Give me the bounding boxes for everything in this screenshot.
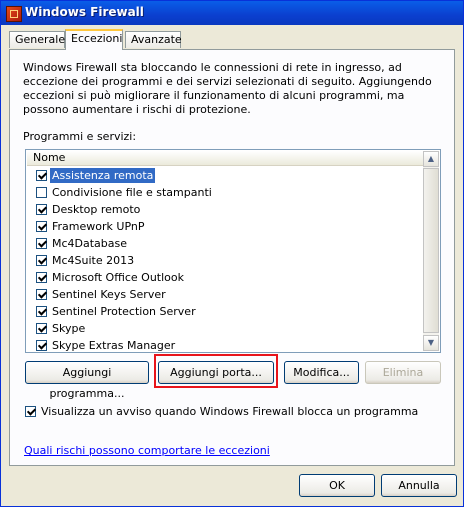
risk-link[interactable]: Quali rischi possono comportare le eccez… bbox=[24, 444, 270, 457]
add-program-button[interactable]: Aggiungi programma... bbox=[25, 361, 149, 400]
tab-avanzate[interactable]: Avanzate bbox=[125, 31, 182, 48]
firewall-icon bbox=[6, 6, 22, 22]
tab-eccezioni[interactable]: Eccezioni bbox=[65, 29, 123, 50]
firewall-dialog: Windows Firewall Generale Eccezioni Avan… bbox=[0, 0, 464, 507]
list-item[interactable]: Sentinel Protection Server bbox=[27, 303, 425, 320]
item-checkbox[interactable] bbox=[36, 272, 47, 283]
item-label: Mc4Database bbox=[52, 237, 128, 250]
item-label: Sentinel Keys Server bbox=[52, 288, 166, 301]
item-checkbox[interactable] bbox=[36, 255, 47, 266]
item-label: Skype Extras Manager bbox=[52, 339, 176, 352]
item-checkbox[interactable] bbox=[36, 238, 47, 249]
scroll-down-icon[interactable]: ▼ bbox=[423, 335, 439, 351]
programs-list[interactable]: Nome Assistenza remota Condivisione file … bbox=[25, 149, 441, 353]
list-rows: Assistenza remota Condivisione file e sta… bbox=[27, 167, 425, 352]
item-label: Condivisione file e stampanti bbox=[52, 186, 212, 199]
column-header-name[interactable]: Nome bbox=[27, 151, 425, 166]
edit-button[interactable]: Modifica... bbox=[284, 361, 359, 384]
list-item[interactable]: Microsoft Office Outlook bbox=[27, 269, 425, 286]
title-bar[interactable]: Windows Firewall bbox=[1, 1, 463, 25]
item-label: Framework UPnP bbox=[52, 220, 145, 233]
item-checkbox[interactable] bbox=[36, 170, 47, 181]
item-label: Mc4Suite 2013 bbox=[52, 254, 135, 267]
tab-label: Eccezioni bbox=[71, 32, 123, 45]
item-label: Assistenza remota bbox=[50, 168, 156, 183]
description-text: Windows Firewall sta bloccando le connes… bbox=[23, 61, 432, 116]
list-item[interactable]: Desktop remoto bbox=[27, 201, 425, 218]
notify-label: Visualizza un avviso quando Windows Fire… bbox=[41, 405, 419, 418]
delete-button[interactable]: Elimina bbox=[365, 361, 441, 384]
window-title: Windows Firewall bbox=[25, 5, 144, 19]
list-item[interactable]: Mc4Database bbox=[27, 235, 425, 252]
scroll-up-icon[interactable]: ▲ bbox=[423, 151, 439, 167]
item-label: Desktop remoto bbox=[52, 203, 141, 216]
list-item[interactable]: Condivisione file e stampanti bbox=[27, 184, 425, 201]
item-checkbox[interactable] bbox=[36, 323, 47, 334]
scroll-thumb[interactable] bbox=[423, 168, 439, 333]
notify-option[interactable]: Visualizza un avviso quando Windows Fire… bbox=[25, 405, 418, 418]
item-checkbox[interactable] bbox=[36, 306, 47, 317]
item-label: Microsoft Office Outlook bbox=[52, 271, 184, 284]
item-label: Skype bbox=[52, 322, 86, 335]
item-checkbox[interactable] bbox=[36, 204, 47, 215]
add-port-button[interactable]: Aggiungi porta... bbox=[158, 361, 274, 384]
item-label: Sentinel Protection Server bbox=[52, 305, 196, 318]
tab-label: Generale bbox=[15, 33, 66, 46]
cancel-button[interactable]: Annulla bbox=[381, 474, 457, 497]
item-checkbox[interactable] bbox=[36, 340, 47, 351]
item-checkbox[interactable] bbox=[36, 187, 47, 198]
list-item[interactable]: Mc4Suite 2013 bbox=[27, 252, 425, 269]
item-checkbox[interactable] bbox=[36, 221, 47, 232]
notify-checkbox[interactable] bbox=[25, 406, 36, 417]
list-item[interactable]: Skype bbox=[27, 320, 425, 337]
vertical-scrollbar[interactable]: ▲ ▼ bbox=[423, 151, 439, 351]
tab-generale[interactable]: Generale bbox=[9, 31, 65, 48]
item-checkbox[interactable] bbox=[36, 289, 47, 300]
list-item[interactable]: Framework UPnP bbox=[27, 218, 425, 235]
list-label: Programmi e servizi: bbox=[23, 130, 137, 143]
list-item[interactable]: Skype Extras Manager bbox=[27, 337, 425, 352]
list-item[interactable]: Sentinel Keys Server bbox=[27, 286, 425, 303]
tab-label: Avanzate bbox=[131, 33, 182, 46]
list-item[interactable]: Assistenza remota bbox=[27, 167, 425, 184]
ok-button[interactable]: OK bbox=[299, 474, 375, 497]
